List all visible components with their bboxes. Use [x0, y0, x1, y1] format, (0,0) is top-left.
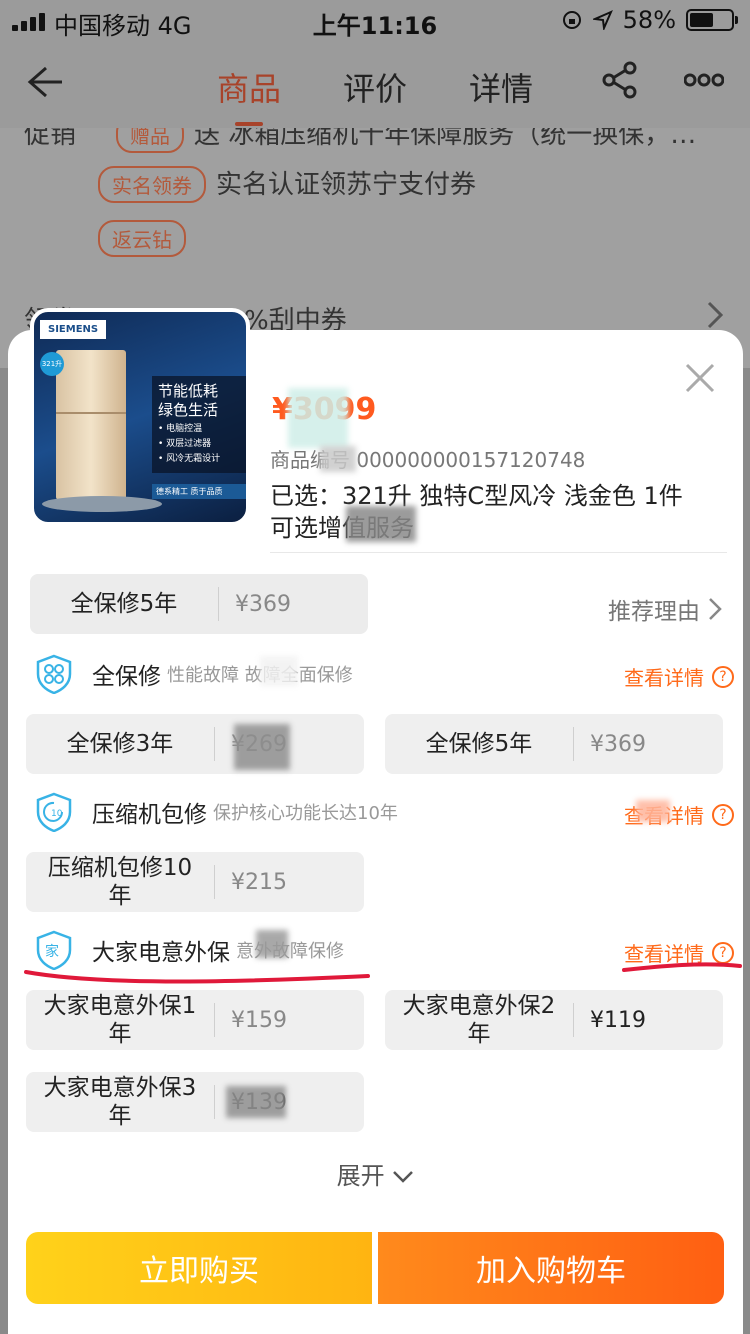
details-label: 查看详情 [624, 666, 704, 690]
option-full-5yr[interactable]: 全保修5年 ¥369 [385, 714, 723, 774]
orientation-lock-icon [562, 11, 581, 29]
image-promo-item: • 双层过滤器 [158, 439, 212, 449]
battery-icon [686, 9, 738, 31]
expand-label: 展开 [336, 1162, 385, 1190]
section-desc: 保护核心功能长达10年 [213, 803, 398, 824]
tab-details[interactable]: 详情 [469, 64, 533, 110]
shield-fan-icon [36, 654, 72, 694]
section-compressor: 10 压缩机包修 保护核心功能长达10年 [34, 790, 398, 834]
annotation-underline [622, 962, 742, 972]
section-title: 全保修 [92, 664, 161, 690]
cloud-diamond-row[interactable]: 返云钻 [98, 220, 196, 257]
chevron-right-icon [707, 301, 724, 329]
option-name: 大家电意外保3 年 [43, 1075, 197, 1129]
blur-mask [256, 930, 288, 958]
battery-percent: 58% [622, 6, 676, 34]
divider [270, 552, 727, 553]
option-name: 大家电意外保1 年 [43, 993, 197, 1047]
image-promo-item: • 风冷无霜设计 [158, 454, 221, 464]
option-name: 全保修5年 [70, 591, 178, 617]
section-title: 压缩机包修 [92, 802, 207, 828]
option-name: 压缩机包修10 年 [47, 855, 193, 909]
realname-tag: 实名领券 [98, 166, 206, 203]
svg-text:家: 家 [45, 943, 59, 960]
image-promo-item: • 电脑控温 [158, 424, 203, 434]
option-accident-3yr[interactable]: 大家电意外保3 年 ¥139 [26, 1072, 364, 1132]
option-price: ¥215 [231, 869, 287, 895]
selected-spec: 已选：321升 独特C型风冷 浅金色 1件 可选增值服务 [270, 482, 683, 542]
question-icon: ? [712, 803, 734, 826]
product-code: 商品编号 000000000157120748 [270, 448, 586, 472]
coupon-row[interactable]: 实名领券 实名认证领苏宁支付券 [98, 164, 476, 203]
service-selection-sheet: SIEMENS 321升 节能低耗 绿色生活 • 电脑控温 • 双层过滤器 • … [8, 308, 743, 1334]
product-image: SIEMENS 321升 节能低耗 绿色生活 • 电脑控温 • 双层过滤器 • … [30, 308, 250, 526]
brand-logo: SIEMENS [40, 320, 107, 339]
tab-reviews[interactable]: 评价 [343, 64, 407, 110]
image-promo-title: 节能低耗 绿色生活 [158, 382, 219, 419]
chevron-right-icon [709, 598, 722, 620]
fridge-stand [42, 496, 162, 512]
image-promo-box: 节能低耗 绿色生活 • 电脑控温 • 双层过滤器 • 风冷无霜设计 [152, 376, 246, 473]
realname-text: 实名认证领苏宁支付券 [216, 170, 477, 200]
blur-mask [636, 800, 670, 822]
option-name: 全保修5年 [425, 731, 533, 757]
option-accident-2yr[interactable]: 大家电意外保2 年 ¥119 [385, 990, 723, 1050]
option-price: ¥369 [235, 591, 291, 617]
full-warranty-details-link[interactable]: 查看详情? [624, 662, 734, 691]
image-ribbon: 德系精工 质于品质 [152, 484, 246, 499]
cloud-diamond-tag: 返云钻 [98, 220, 186, 257]
status-bar: 中国移动 4G 上午11:16 58% [0, 0, 750, 40]
promo-text: 送 冰箱压缩机十年保障服务（统一换保，… [194, 128, 697, 150]
buy-now-button[interactable]: 立即购买 [26, 1232, 372, 1304]
question-icon: ? [712, 665, 734, 688]
blur-mask [226, 1086, 286, 1118]
shield-clock-icon: 10 [36, 792, 72, 832]
size-badge: 321升 [40, 352, 64, 376]
promo-row: 促销 赠品送 冰箱压缩机十年保障服务（统一换保，… [24, 128, 696, 153]
gift-tag: 赠品 [116, 128, 185, 153]
option-price: ¥119 [590, 1007, 646, 1033]
promo-label: 促销 [24, 128, 77, 150]
option-price: ¥369 [590, 731, 646, 757]
close-icon[interactable] [684, 362, 716, 394]
blur-mask [260, 656, 298, 686]
option-name: 全保修3年 [66, 731, 174, 757]
blur-mask [320, 446, 356, 472]
option-accident-1yr[interactable]: 大家电意外保1 年 ¥159 [26, 990, 364, 1050]
blur-mask [288, 388, 348, 448]
add-to-cart-button[interactable]: 加入购物车 [378, 1232, 724, 1304]
blur-mask [234, 724, 290, 770]
tab-product[interactable]: 商品 [217, 64, 281, 126]
recommend-reason-label: 推荐理由 [608, 599, 700, 625]
chevron-down-icon [393, 1171, 414, 1183]
option-name: 大家电意外保2 年 [402, 993, 556, 1047]
share-icon[interactable] [600, 60, 640, 100]
option-full-3yr[interactable]: 全保修3年 ¥269 [26, 714, 364, 774]
svg-text:10: 10 [51, 809, 63, 819]
option-compressor-10yr[interactable]: 压缩机包修10 年 ¥215 [26, 852, 364, 912]
more-icon[interactable] [684, 70, 724, 90]
expand-button[interactable]: 展开 [8, 1156, 743, 1191]
section-full-warranty: 全保修 性能故障 故障全面保修 [34, 652, 353, 696]
location-icon [592, 10, 613, 30]
blur-mask [346, 506, 416, 542]
annotation-underline [24, 970, 370, 984]
fridge-image [56, 350, 126, 500]
recommended-option[interactable]: 全保修5年 ¥369 [30, 574, 368, 634]
recommend-reason-link[interactable]: 推荐理由 [608, 592, 722, 626]
top-nav: 商品 评价 详情 [0, 40, 750, 128]
option-price: ¥159 [231, 1007, 287, 1033]
